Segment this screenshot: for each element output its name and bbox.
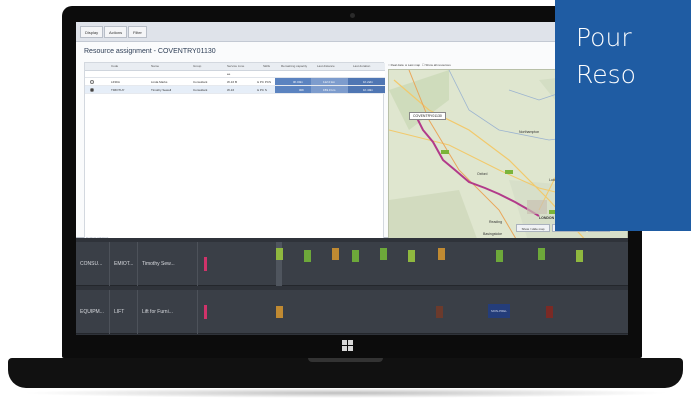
dialog-title: Resource assignment - COVENTRY01130 [84, 48, 216, 55]
cell-zone: W-16 B [227, 80, 237, 84]
ribbon-tab-display[interactable]: Display [80, 26, 104, 38]
task-block[interactable] [276, 248, 283, 260]
ribbon-tab-filter[interactable]: Filter [128, 26, 147, 38]
scheduler-row[interactable]: EQUIPM... LIFT Lift for Furni... MON-PRE… [76, 290, 628, 334]
laptop-screen: Display Actions Filter Resource assignme… [76, 22, 628, 335]
col-header-capacity[interactable]: Remaining capacity [281, 64, 307, 68]
grid-header: Code Name Group Service zone Skills Rema… [85, 63, 385, 71]
row-resource: Timothy Sew... [138, 242, 198, 286]
task-block[interactable] [496, 250, 503, 262]
task-block[interactable] [352, 250, 359, 262]
cell-duration: 1h 22m [363, 80, 374, 84]
map-label: Basingstoke [483, 232, 503, 236]
promo-card: Pour Reso [555, 0, 691, 231]
task-block[interactable] [304, 250, 311, 262]
cell-group: Consultant [193, 88, 208, 92]
col-header-group[interactable]: Group [193, 64, 201, 68]
app-ribbon: Display Actions Filter [76, 22, 628, 42]
task-block[interactable] [276, 306, 283, 318]
marketing-image: Display Actions Filter Resource assignme… [0, 0, 691, 402]
grid-filter-row[interactable]: ee [85, 71, 385, 78]
current-time-marker [204, 257, 207, 271]
cell-capacity: 00h [299, 88, 305, 92]
row-resource: Lift for Furni... [138, 290, 198, 334]
row-radio[interactable] [90, 80, 94, 84]
col-header-skills[interactable]: Skills [263, 64, 270, 68]
cell-code: TIMOTHY [111, 88, 125, 92]
col-header-name[interactable]: Name [151, 64, 159, 68]
col-header-code[interactable]: Code [111, 64, 118, 68]
cell-zone: W-16 [227, 88, 235, 92]
task-block[interactable] [546, 306, 553, 318]
cell-name: Linda Marks [151, 80, 168, 84]
cell-code: LINDA [111, 80, 120, 84]
cell-skills: & PC S [257, 88, 267, 92]
cell-duration: 1h 40m [363, 88, 374, 92]
cell-distance: 159.0 km [323, 88, 336, 92]
cell-group: Consultant [193, 80, 208, 84]
resource-grid: Code Name Group Service zone Skills Rema… [84, 62, 385, 240]
task-block[interactable] [538, 248, 545, 260]
cell-capacity: 0h 00m [293, 80, 304, 84]
laptop-hinge-notch [308, 358, 383, 362]
table-row[interactable]: TIMOTHY Timothy Sewell Consultant W-16 &… [85, 86, 385, 94]
option-show-all[interactable]: ☐ Show all resources [422, 63, 451, 67]
table-row[interactable]: LINDA Linda Marks Consultant W-16 B & PC… [85, 78, 385, 86]
task-block[interactable] [576, 250, 583, 262]
map-label: Northampton [519, 130, 540, 134]
map-label: Reading [489, 220, 503, 224]
task-block[interactable] [380, 248, 387, 260]
col-header-duration[interactable]: Last duration [353, 64, 370, 68]
map-label: LONDON [539, 216, 555, 220]
row-code: EMIOT... [110, 242, 138, 286]
cell-name: Timothy Sewell [151, 88, 172, 92]
promo-line-1: Pour [576, 23, 632, 52]
laptop-shadow [20, 388, 671, 398]
task-block[interactable] [332, 248, 339, 260]
task-block[interactable] [408, 250, 415, 262]
row-type: EQUIPM... [76, 290, 110, 334]
map-label: Oxford [477, 172, 488, 176]
cell-distance: 112.0 km [323, 80, 336, 84]
scheduler-row[interactable]: CONSU... EMIOT... Timothy Sew... [76, 242, 628, 286]
map-options: ○ Real data ● Last map ☐ Show all resour… [388, 63, 451, 67]
current-time-marker [204, 305, 207, 319]
ribbon-tab-actions[interactable]: Actions [104, 26, 128, 38]
option-real-data[interactable]: ○ Real data [388, 63, 404, 67]
col-header-zone[interactable]: Service zone [227, 64, 244, 68]
show-hide-map-button[interactable]: Show / Hide map [516, 224, 550, 232]
scheduler-panel: CONSU... EMIOT... Timothy Sew... EQUIPM.… [76, 238, 628, 335]
cell-skills: & PC PCS [257, 80, 272, 84]
row-code: LIFT [110, 290, 138, 334]
col-header-distance[interactable]: Last distance [317, 64, 335, 68]
promo-line-2: Reso [576, 60, 636, 89]
task-block[interactable] [438, 248, 445, 260]
map-tooltip: COVENTRY01130 [409, 112, 446, 120]
row-type: CONSU... [76, 242, 110, 286]
windows-logo-icon [342, 340, 354, 352]
row-radio[interactable] [90, 88, 94, 92]
task-block[interactable] [436, 306, 443, 318]
laptop-base [8, 358, 683, 388]
webcam [350, 13, 355, 18]
task-block-labeled[interactable]: MON-PREL [488, 304, 510, 318]
resource-assignment-dialog: Resource assignment - COVENTRY01130 Code… [76, 42, 628, 243]
zone-filter-input[interactable]: ee [227, 72, 230, 76]
option-last-map[interactable]: ● Last map [405, 63, 420, 67]
